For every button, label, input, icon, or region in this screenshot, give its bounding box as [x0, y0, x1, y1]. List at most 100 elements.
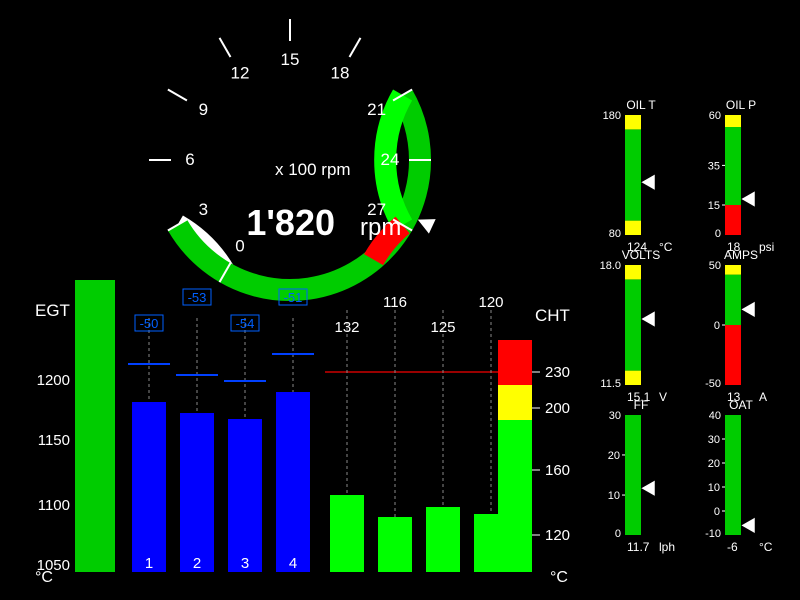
volts-band: [625, 279, 641, 370]
oilT-unit: °C: [659, 240, 673, 254]
egt-bar-label: 3: [241, 555, 249, 572]
oat-unit: °C: [759, 540, 773, 554]
cht-tick: 230: [545, 364, 570, 381]
oilT-max: 180: [603, 110, 621, 122]
amps-label: AMPS: [724, 248, 758, 262]
oilP-max: 60: [709, 110, 721, 122]
oilT-marker: [641, 174, 655, 190]
oilP-tick-label: 35: [708, 160, 720, 172]
egt-chart: 1200115011001050-501-532-543-514: [37, 280, 314, 574]
egt-lean-value: -54: [236, 316, 255, 331]
oat-max: 40: [709, 410, 721, 422]
egt-bar: [228, 419, 262, 572]
rpm-tick-label: 0: [235, 237, 244, 256]
oilP-unit: psi: [759, 240, 774, 254]
oilT-band: [625, 221, 641, 235]
cht-label: CHT: [535, 306, 570, 325]
amps-max: 50: [709, 260, 721, 272]
oilP-marker: [741, 191, 755, 207]
cht-chart: 230 200 160 120 132 116 125 120: [325, 294, 570, 572]
volts-min: 11.5: [600, 378, 621, 390]
small-gauges: OIL T18080124°COIL P600351518psiVOLTS18.…: [600, 98, 775, 554]
volts-unit: V: [659, 390, 667, 404]
cht-bar: [426, 507, 460, 572]
oilP-band: [725, 205, 741, 235]
egt-bar: [132, 402, 166, 572]
amps-marker: [741, 301, 755, 317]
oat-marker: [741, 517, 755, 533]
egt-bar-label: 2: [193, 555, 201, 572]
cht-value: 120: [478, 294, 503, 311]
cht-tick: 160: [545, 462, 570, 479]
rpm-unit-label: x 100 rpm: [275, 160, 351, 179]
rpm-tick: [220, 38, 231, 57]
ff-tick-label: 20: [608, 450, 620, 462]
oat-tick-label: 10: [708, 482, 720, 494]
cht-value: 132: [334, 319, 359, 336]
egt-tick: 1150: [38, 432, 70, 449]
rpm-tick-label: 24: [381, 150, 400, 169]
oilT-band: [625, 115, 641, 129]
cht-tick: 120: [545, 527, 570, 544]
rpm-needle: [418, 219, 436, 234]
oat-min: -10: [705, 528, 721, 540]
cht-value: 116: [383, 294, 407, 311]
egt-lean-value: -53: [188, 290, 207, 305]
ff-band: [625, 415, 641, 535]
oilT-label: OIL T: [626, 98, 656, 112]
egt-tick: 1100: [38, 497, 70, 514]
volts-band: [625, 265, 641, 279]
cht-tick: 200: [545, 400, 570, 417]
volts-marker: [641, 311, 655, 327]
oilP-label: OIL P: [726, 98, 756, 112]
cht-value: 125: [430, 319, 455, 336]
egt-bar: [276, 392, 310, 572]
cht-band: [498, 340, 532, 385]
rpm-tick: [168, 90, 187, 101]
ff-value: 11.7: [627, 540, 650, 554]
oat-label: OAT: [729, 398, 753, 412]
egt-bar: [180, 413, 214, 572]
rpm-gauge: 0369121518212427: [149, 19, 436, 290]
egt-lean-value: -50: [140, 316, 159, 331]
oilP-band: [725, 115, 741, 127]
rpm-tick-label: 3: [199, 200, 208, 219]
ff-label: FF: [634, 398, 649, 412]
rpm-tick-label: 6: [185, 150, 194, 169]
cht-band: [498, 385, 532, 420]
ff-tick-label: 10: [608, 490, 620, 502]
egt-tick: 1200: [37, 372, 70, 389]
ff-min: 0: [615, 528, 621, 540]
rpm-tick-label: 12: [231, 63, 250, 82]
egt-lean-value: -51: [284, 290, 303, 305]
rpm-tick-label: 15: [281, 50, 300, 69]
amps-band: [725, 275, 741, 325]
ff-unit: lph: [659, 540, 675, 554]
egt-label: EGT: [35, 301, 70, 320]
oat-tick-label: 0: [714, 506, 720, 518]
oilP-min: 0: [715, 228, 721, 240]
egt-bar-label: 1: [145, 555, 153, 572]
amps-band: [725, 325, 741, 385]
rpm-unit-suffix: rpm: [360, 214, 401, 241]
amps-unit: A: [759, 390, 767, 404]
egt-bar-label: 4: [289, 555, 297, 572]
oat-band: [725, 415, 741, 535]
egt-ref-bar: [75, 280, 115, 572]
oilT-band: [625, 129, 641, 220]
rpm-value: 1'820: [246, 202, 335, 243]
oilP-band: [725, 127, 741, 205]
oat-tick-label: 30: [708, 434, 720, 446]
cht-bar: [330, 495, 364, 572]
oat-value: -6: [727, 540, 738, 554]
oilP-tick-label: 15: [708, 200, 720, 212]
ff-marker: [641, 480, 655, 496]
rpm-tick-label: 18: [331, 63, 350, 82]
egt-unit: °C: [35, 569, 53, 586]
amps-tick-label: 0: [714, 320, 720, 332]
oilT-min: 80: [609, 228, 621, 240]
cht-bar: [378, 517, 412, 572]
rpm-tick-label: 21: [367, 100, 386, 119]
rpm-tick-label: 9: [199, 100, 208, 119]
amps-min: -50: [705, 378, 721, 390]
